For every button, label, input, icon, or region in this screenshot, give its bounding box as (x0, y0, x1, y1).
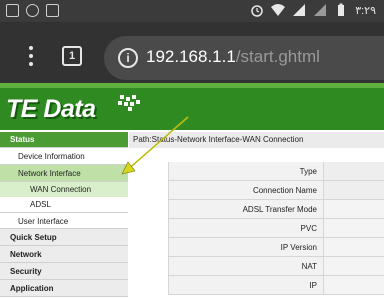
row-label-ip: IP (168, 276, 324, 294)
sidebar-item-adsl[interactable]: ADSL (0, 197, 128, 212)
cellular-signal-icon (293, 4, 306, 16)
row-value (324, 162, 384, 180)
breadcrumb: Path:Status-Network Interface-WAN Connec… (129, 132, 384, 148)
url-path: /start.ghtml (235, 47, 320, 66)
sidebar-item-quick-setup[interactable]: Quick Setup (0, 229, 128, 246)
row-value (324, 200, 384, 218)
sidebar-item-device-information[interactable]: Device Information (0, 148, 128, 165)
wifi-icon (271, 4, 286, 16)
table-row: Connection Name (168, 181, 384, 200)
sidebar-item-network-interface[interactable]: Network Interface (0, 165, 128, 182)
row-value (324, 219, 384, 237)
system-icons: ٣:٢٩ (250, 3, 376, 17)
row-value (324, 238, 384, 256)
sidebar-item-network[interactable]: Network (0, 246, 128, 263)
sidebar-item-security[interactable]: Security (0, 263, 128, 280)
te-data-logo: TE Data (6, 93, 146, 125)
wan-info-table: Type Connection Name ADSL Transfer Mode … (168, 162, 384, 295)
battery-icon (338, 3, 345, 16)
logo-text: TE Data (6, 95, 96, 123)
sidebar-menu: Status Device Information Network Interf… (0, 132, 128, 299)
sidebar-item-user-interface[interactable]: User Interface (0, 212, 128, 229)
notification-app-icon (26, 4, 39, 17)
browser-toolbar: 1 i 192.168.1.1/start.ghtml (0, 22, 384, 83)
address-bar[interactable]: i 192.168.1.1/start.ghtml (104, 36, 384, 80)
alarm-icon (251, 5, 263, 17)
table-row: PVC (168, 219, 384, 238)
cellular-signal-icon (314, 4, 327, 16)
table-row: ADSL Transfer Mode (168, 200, 384, 219)
row-label-adsl-transfer-mode: ADSL Transfer Mode (168, 200, 324, 218)
overflow-menu-icon[interactable] (26, 44, 36, 68)
url-host: 192.168.1.1 (146, 47, 236, 66)
row-label-ip-version: IP Version (168, 238, 324, 256)
tab-switcher-button[interactable]: 1 (62, 46, 82, 66)
row-label-connection-name: Connection Name (168, 181, 324, 199)
table-row: NAT (168, 257, 384, 276)
row-label-type: Type (168, 162, 324, 180)
row-value (324, 276, 384, 294)
status-time: ٣:٢٩ (355, 4, 376, 17)
notification-app-icon (6, 4, 19, 17)
info-icon[interactable]: i (118, 48, 138, 68)
tab-count: 1 (68, 50, 76, 62)
table-row: IP Version (168, 238, 384, 257)
header-banner: TE Data (0, 83, 384, 130)
banner-stripe (0, 83, 384, 88)
status-bar: ٣:٢٩ (0, 0, 384, 22)
notification-app-icon (46, 4, 59, 17)
table-row: IP (168, 276, 384, 295)
logo-dots-icon (110, 95, 140, 113)
row-label-pvc: PVC (168, 219, 324, 237)
sidebar-item-application[interactable]: Application (0, 280, 128, 297)
table-row: Type (168, 162, 384, 181)
sidebar-item-status[interactable]: Status (0, 132, 128, 148)
sidebar-item-wan-connection[interactable]: WAN Connection (0, 182, 128, 197)
row-label-nat: NAT (168, 257, 324, 275)
row-value (324, 181, 384, 199)
url-text[interactable]: 192.168.1.1/start.ghtml (146, 47, 320, 67)
row-value (324, 257, 384, 275)
notification-icons (6, 4, 59, 17)
